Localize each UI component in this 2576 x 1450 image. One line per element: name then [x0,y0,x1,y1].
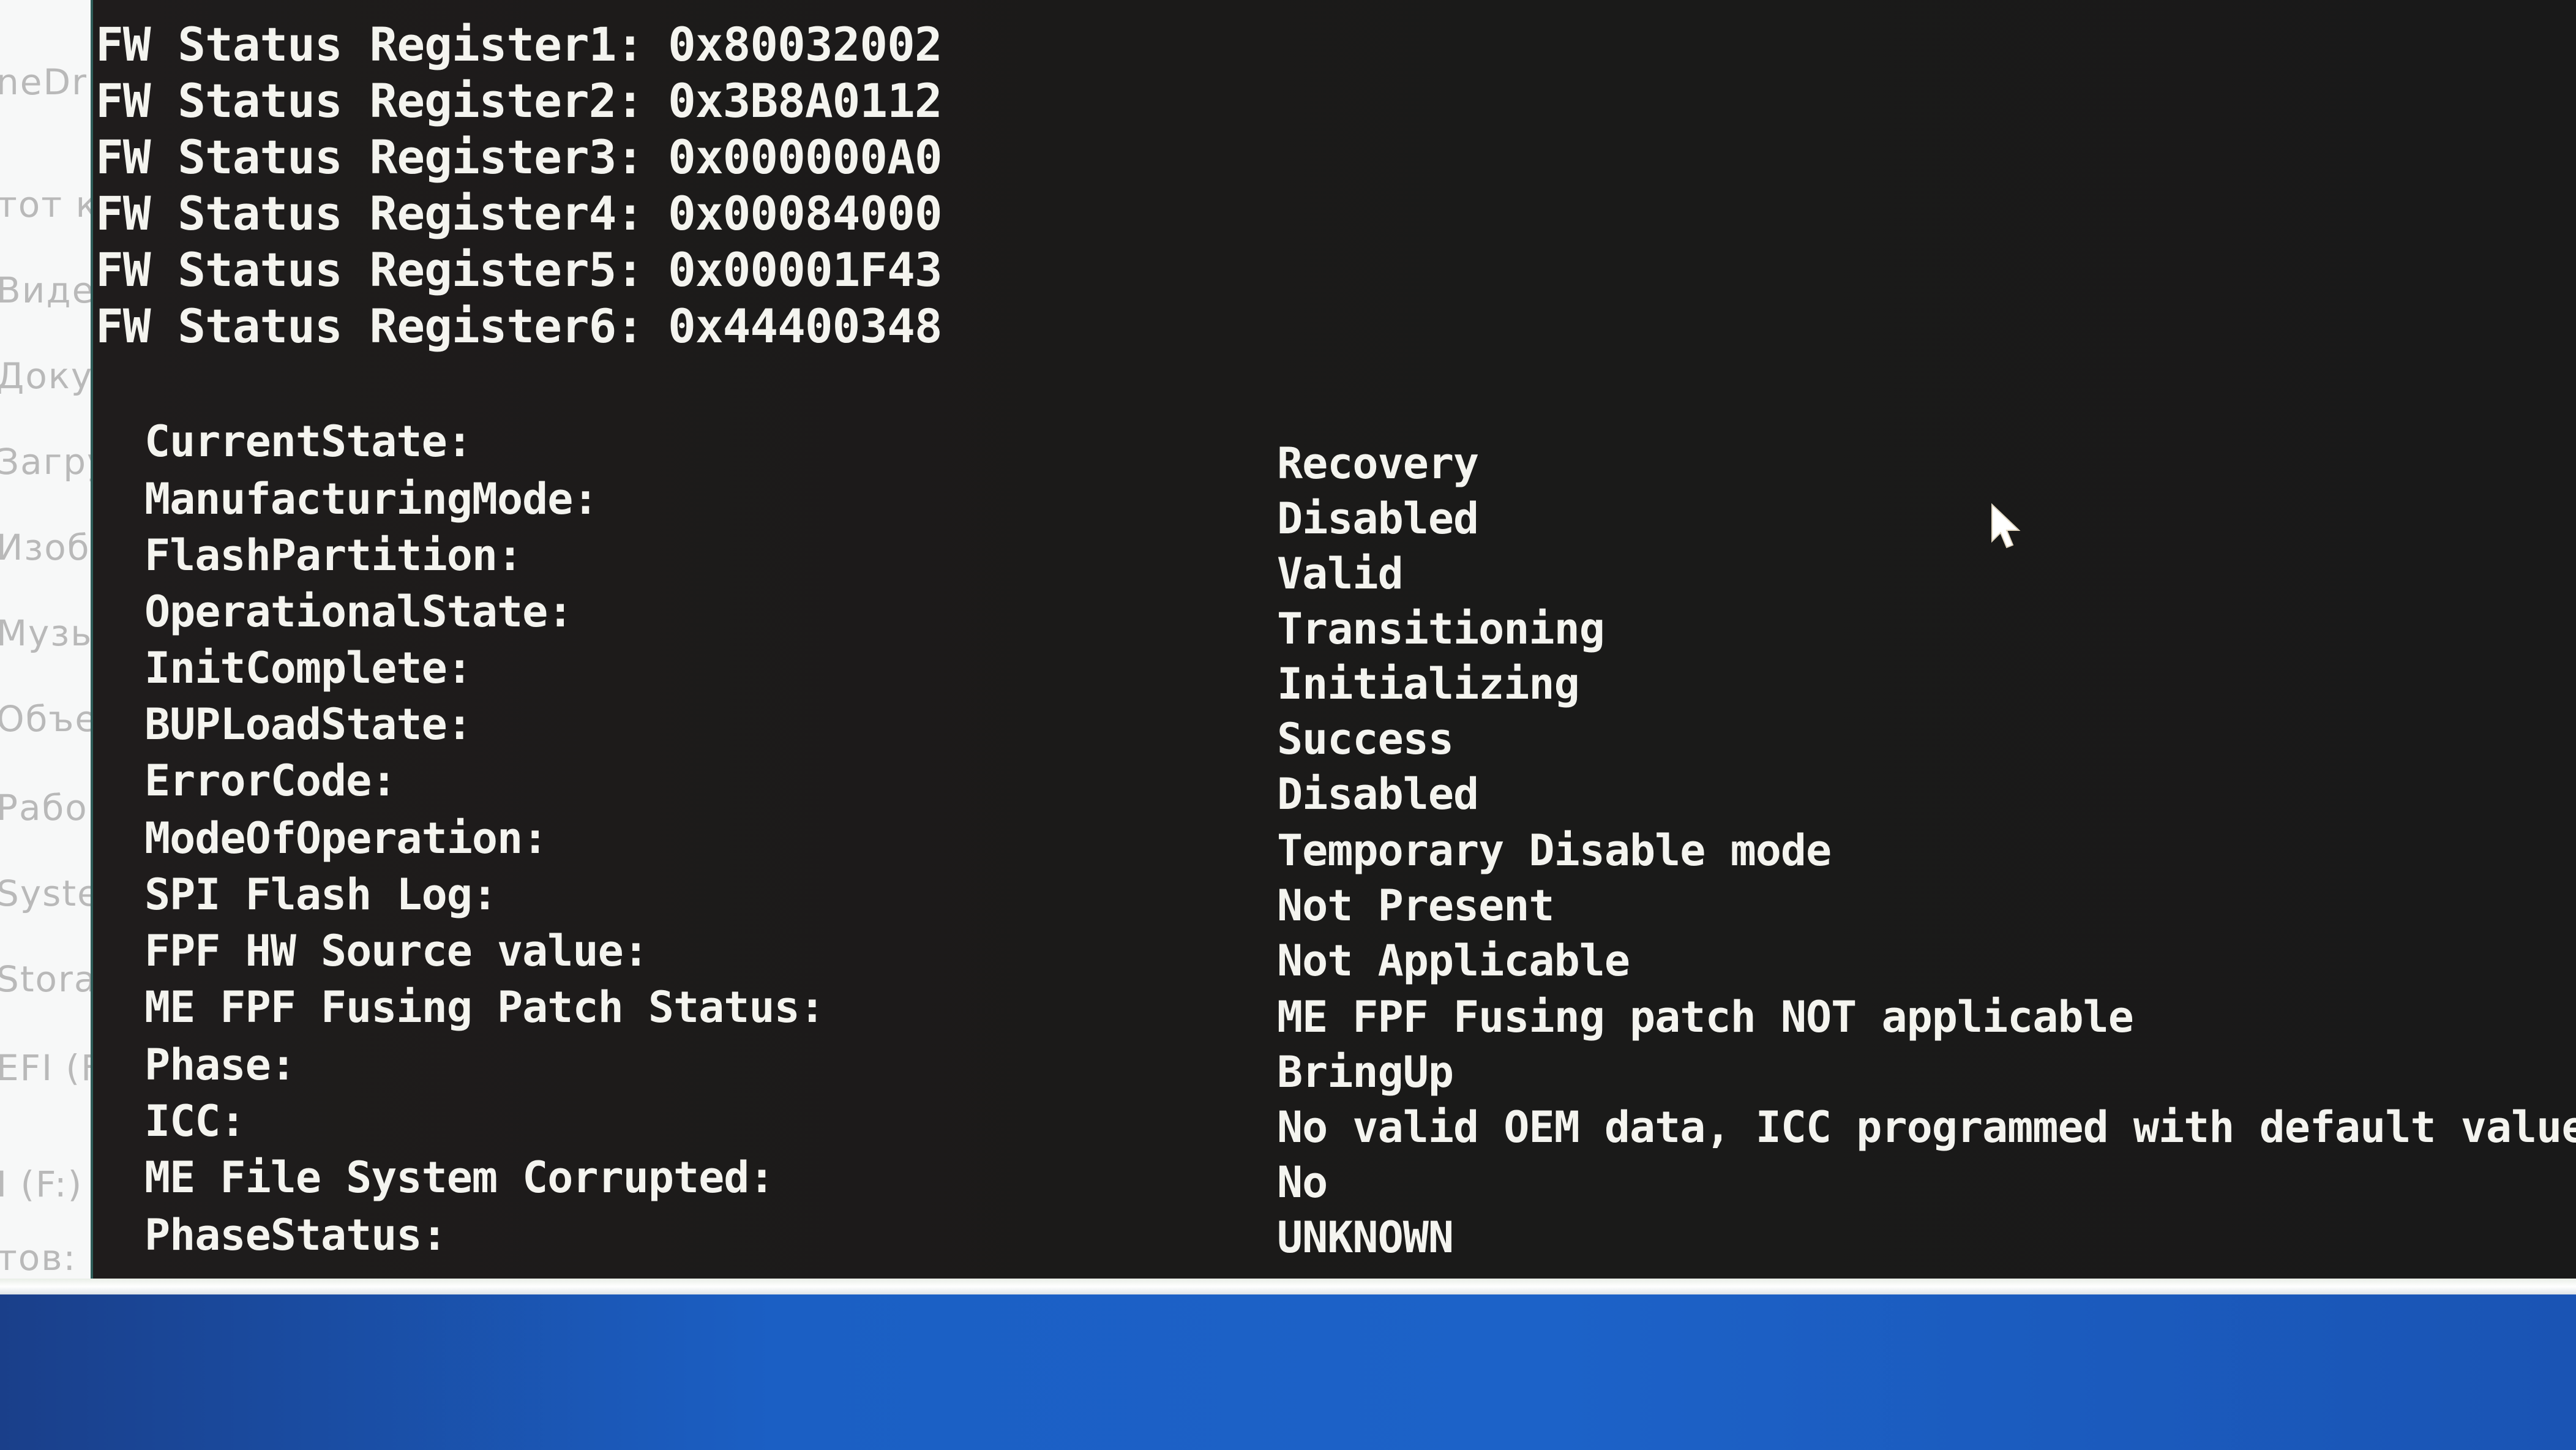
status-field-label: PhaseStatus: [144,1210,447,1260]
explorer-nav-item[interactable]: Музы [0,612,98,654]
explorer-nav-item[interactable]: neDr [0,61,88,103]
status-field-value: Recovery [1277,438,1479,489]
desktop-background [0,1294,2576,1450]
status-field-label: BUPLoadState: [144,699,473,749]
fw-status-register-line: FW Status Register6: 0x44400348 [95,299,943,353]
status-field-label: ME FPF Fusing Patch Status: [144,982,825,1032]
status-field-value: ME FPF Fusing patch NOT applicable [1277,992,2134,1042]
explorer-nav-item[interactable]: Изоб [0,527,90,568]
console-window-bottom-edge [0,1279,2576,1294]
status-field-value: BringUp [1277,1047,1454,1097]
status-field-label: ModeOfOperation: [144,813,548,863]
register-value: 0x3B8A0112 [668,73,943,128]
register-value: 0x00001F43 [668,242,943,297]
explorer-nav-item[interactable]: Виде [0,269,95,311]
status-field-label: ME File System Corrupted: [144,1152,775,1203]
status-field-value: Initializing [1277,659,1580,709]
fw-status-register-line: FW Status Register2: 0x3B8A0112 [95,73,943,128]
register-label: FW Status Register6: [95,299,644,353]
status-field-label: Phase: [144,1040,296,1090]
explorer-nav-item[interactable]: тов: [0,1237,77,1279]
status-field-label: ICC: [144,1096,246,1146]
register-value: 0x000000A0 [668,130,943,184]
register-value: 0x44400348 [668,299,943,353]
fw-status-register-line: FW Status Register3: 0x000000A0 [95,130,943,184]
status-field-label: ManufacturingMode: [144,474,599,524]
status-field-value: Not Applicable [1277,936,1630,986]
fw-status-register-line: FW Status Register4: 0x00084000 [95,186,943,241]
register-label: FW Status Register1: [95,17,644,72]
explorer-nav-item[interactable]: Syste [0,873,98,914]
status-field-label: ErrorCode: [144,756,397,806]
register-value: 0x80032002 [668,17,943,72]
fw-status-register-line: FW Status Register5: 0x00001F43 [95,242,943,297]
status-field-label: SPI Flash Log: [144,870,498,920]
register-label: FW Status Register5: [95,242,644,297]
register-label: FW Status Register4: [95,186,644,241]
status-field-label: InitComplete: [144,643,473,693]
console-window[interactable]: FW Status Register1: 0x80032002 FW Status… [91,0,2576,1281]
status-field-value: Transitioning [1277,604,1605,654]
status-field-label: FlashPartition: [144,530,523,580]
status-field-label: OperationalState: [144,587,573,637]
status-field-value: Disabled [1277,769,1479,819]
explorer-nav-item[interactable]: Объе [0,698,98,740]
explorer-nav-item[interactable]: Рабо [0,787,88,828]
status-field-value: Success [1277,714,1454,764]
register-label: FW Status Register2: [95,73,644,128]
status-field-value: Temporary Disable mode [1277,825,1832,876]
status-field-label: FPF HW Source value: [144,926,649,976]
explorer-nav-item[interactable]: Доку [0,355,93,397]
status-field-value: No valid OEM data, ICC programmed with d… [1277,1102,2576,1152]
register-value: 0x00084000 [668,186,943,241]
explorer-nav-item[interactable]: Загру [0,441,98,483]
explorer-nav-item[interactable]: Stora [0,958,97,1000]
status-field-value: Disabled [1277,494,1479,544]
register-label: FW Status Register3: [95,130,644,184]
explorer-nav-item[interactable]: тот ко [0,184,98,225]
status-field-value: UNKNOWN [1277,1212,1454,1263]
status-field-value: No [1277,1157,1328,1208]
status-field-value: Not Present [1277,881,1555,931]
status-field-label: CurrentState: [144,416,473,467]
explorer-sidebar: neDr тот ко Виде Доку Загру Изоб Музы Об… [0,0,98,1292]
fw-status-register-line: FW Status Register1: 0x80032002 [95,17,943,72]
status-field-value: Valid [1277,549,1404,599]
explorer-nav-item[interactable]: EFI (F [0,1047,98,1089]
mouse-pointer-icon [1991,503,2021,549]
explorer-nav-item[interactable]: I (F:) [0,1163,83,1205]
